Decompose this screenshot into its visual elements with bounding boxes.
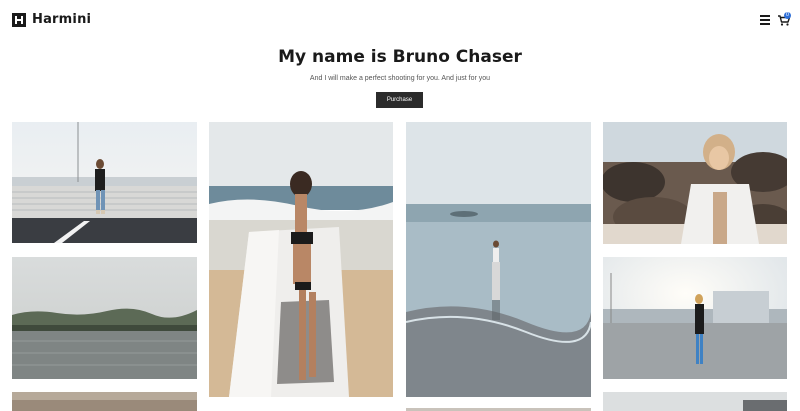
gallery-photo-lake[interactable] (12, 257, 197, 379)
gallery-photo-partial-right[interactable] (603, 392, 787, 411)
gallery-photo-beach-towel[interactable] (209, 122, 393, 397)
brand-name: Harmini (32, 12, 92, 27)
purchase-button[interactable]: Purchase (376, 92, 423, 108)
site-header: Harmini 0 (0, 0, 800, 44)
gallery-photo-partial-left[interactable] (12, 392, 197, 411)
gallery-photo-rocks[interactable] (603, 122, 787, 244)
page-subtitle: And I will make a perfect shooting for y… (309, 75, 491, 82)
gallery-photo-shoreline[interactable] (406, 122, 591, 397)
gallery-photo-parking-lot[interactable] (12, 122, 197, 243)
cart-count-badge: 0 (784, 12, 791, 19)
brand-logo[interactable]: Harmini (12, 12, 91, 27)
gallery-photo-rooftop[interactable] (603, 257, 787, 379)
page-title: My name is Bruno Chaser (278, 47, 522, 67)
logo-mark-icon (12, 12, 26, 27)
hamburger-menu-icon[interactable] (760, 15, 770, 25)
